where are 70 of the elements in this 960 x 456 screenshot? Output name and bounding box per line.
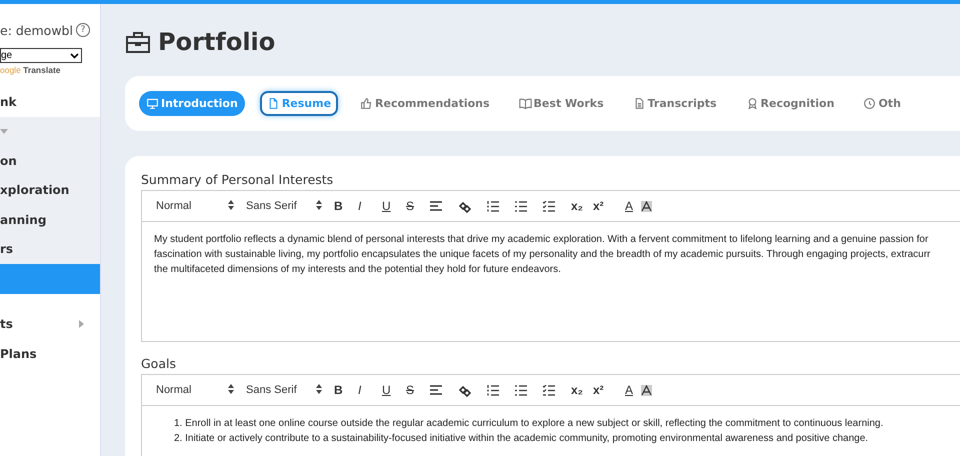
- sort-arrows-icon: [228, 384, 234, 394]
- bold-button[interactable]: B: [334, 383, 358, 397]
- monitor-icon: [146, 97, 159, 110]
- bold-button[interactable]: B: [334, 199, 358, 213]
- username-label: e: demowbl: [0, 22, 73, 38]
- numbered-list-icon[interactable]: [487, 384, 499, 396]
- book-icon: [518, 97, 532, 110]
- format-dropdown[interactable]: Normal: [156, 384, 246, 396]
- editor-text-line: My student portfolio reflects a dynamic blend of personal interests that drive my academic exploration. With a fervent commitment to lifelong learning and a genuine passion for: [154, 233, 930, 247]
- tab[interactable]: Best Works: [512, 91, 611, 116]
- numbered-list-icon[interactable]: [487, 200, 499, 212]
- editor-label: Goals: [141, 356, 177, 373]
- link-icon[interactable]: [458, 200, 471, 212]
- underline-button[interactable]: U: [382, 199, 406, 213]
- list-item: 2. Initiate or actively contribute to a sustainability-focused initiative within the academic community, promoting environmental awareness and positive change.: [173, 432, 870, 446]
- subscript-button[interactable]: x₂: [571, 383, 593, 397]
- font-dropdown[interactable]: Sans Serif: [246, 200, 334, 212]
- background-color-icon[interactable]: [641, 384, 652, 396]
- caret-down-icon: [0, 128, 8, 134]
- text-color-button[interactable]: A: [625, 199, 641, 213]
- document-icon: [632, 97, 646, 110]
- tab[interactable]: Oth: [856, 91, 908, 116]
- editor-text-line: the multifaceted dimensions of my interests and the potential they hold for future endeavors.: [154, 263, 562, 277]
- sidebar-item[interactable]: ts: [0, 310, 100, 339]
- language-select[interactable]: ge: [0, 48, 82, 63]
- sidebar-item[interactable]: rs: [0, 234, 100, 264]
- bullet-list-icon[interactable]: [515, 200, 527, 212]
- tab[interactable]: Transcripts: [626, 91, 724, 116]
- underline-button[interactable]: U: [382, 383, 406, 397]
- link-icon[interactable]: [458, 384, 471, 396]
- italic-button[interactable]: I: [358, 383, 382, 397]
- sidebar-item[interactable]: anning: [0, 205, 100, 234]
- clock-icon: [863, 97, 876, 110]
- sidebar-item[interactable]: on: [0, 146, 100, 176]
- text-editor[interactable]: [141, 222, 960, 342]
- text-color-button[interactable]: A: [625, 383, 641, 397]
- font-dropdown[interactable]: Sans Serif: [246, 384, 334, 396]
- sort-arrows-icon: [316, 384, 322, 394]
- superscript-button[interactable]: x²: [593, 383, 615, 397]
- checklist-icon[interactable]: [543, 384, 555, 396]
- align-left-icon[interactable]: [430, 385, 442, 395]
- sidebar-item[interactable]: nk: [0, 87, 100, 116]
- file-icon: [266, 97, 280, 110]
- tab[interactable]: Recognition: [738, 91, 842, 116]
- thumbs-up-icon: [360, 97, 374, 110]
- format-dropdown[interactable]: Normal: [156, 200, 246, 212]
- caret-right-icon: [79, 320, 84, 328]
- superscript-button[interactable]: x²: [593, 199, 615, 213]
- checklist-icon[interactable]: [543, 200, 555, 212]
- sidebar-item[interactable]: Plans: [0, 339, 100, 368]
- subscript-button[interactable]: x₂: [571, 199, 593, 213]
- bullet-list-icon[interactable]: [515, 384, 527, 396]
- help-icon[interactable]: ?: [76, 23, 90, 37]
- strike-button[interactable]: S: [406, 199, 430, 213]
- award-icon: [746, 97, 759, 110]
- background-color-icon[interactable]: [641, 200, 652, 212]
- tab[interactable]: Recommendations: [353, 91, 497, 116]
- italic-button[interactable]: I: [358, 199, 382, 213]
- strike-button[interactable]: S: [406, 383, 430, 397]
- list-item: 1. Enroll in at least one online course outside the regular academic curriculum to explore a new subject or skill, reflecting the commitment to continuous learning.: [173, 417, 884, 431]
- briefcase-icon: [125, 30, 151, 54]
- sidebar-item[interactable]: xploration: [0, 176, 100, 205]
- editor-label: Summary of Personal Interests: [141, 172, 334, 189]
- align-left-icon[interactable]: [430, 201, 442, 211]
- sort-arrows-icon: [228, 200, 234, 210]
- chevron-down-icon: [70, 52, 79, 58]
- google-translate-label[interactable]: oogle Translate: [0, 65, 100, 75]
- sort-arrows-icon: [316, 200, 322, 210]
- page-title: Portfolio: [158, 28, 276, 56]
- editor-text-line: fascination with sustainable living, my portfolio encapsulates the unique facets of my personality and the breadth of my academic pursuits. Through engaging projects, extracurr: [154, 248, 932, 262]
